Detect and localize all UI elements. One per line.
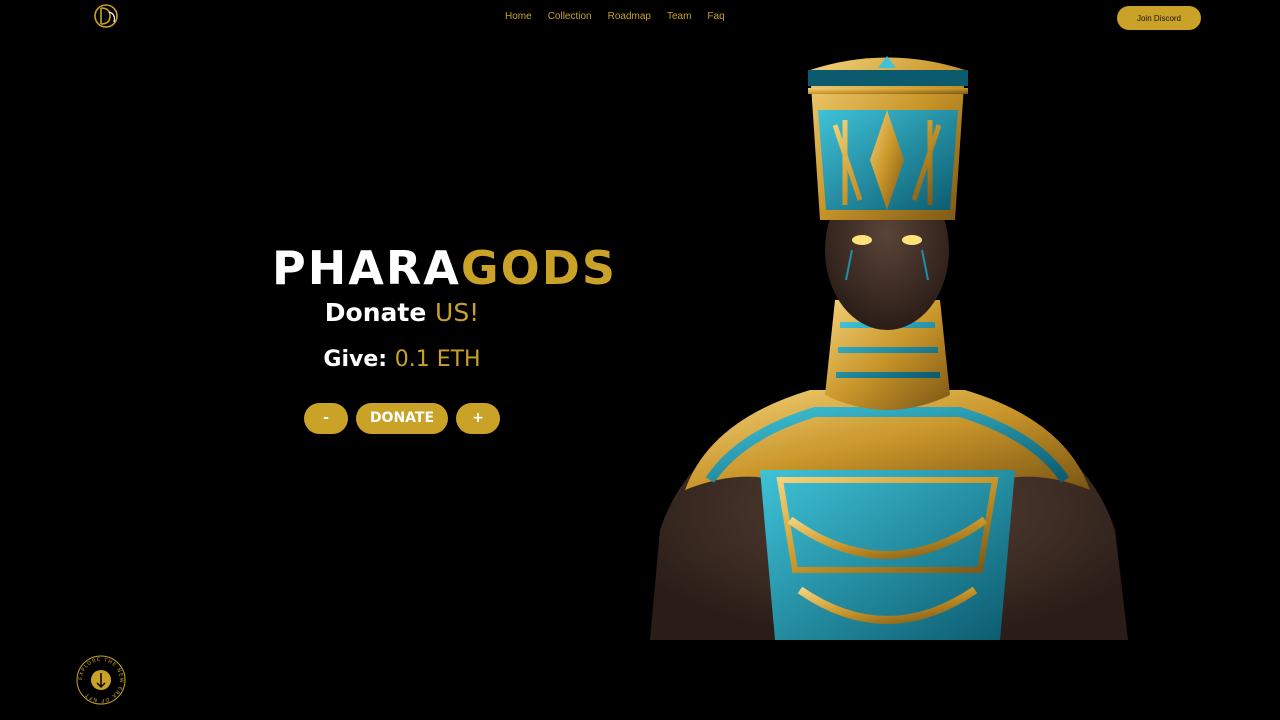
nav-faq-link[interactable]: Faq	[707, 11, 724, 23]
donate-heading-accent: US!	[435, 298, 480, 327]
brand-title-part1: PHARA	[272, 241, 461, 295]
donate-heading: Donate US!	[302, 298, 502, 327]
join-discord-button[interactable]: Join Discord	[1117, 6, 1201, 30]
decrease-amount-button[interactable]: -	[304, 403, 348, 434]
increase-amount-button[interactable]: +	[456, 403, 500, 434]
give-label: Give:	[323, 347, 388, 372]
give-value: 0.1 ETH	[394, 347, 481, 372]
donate-heading-word: Donate	[324, 298, 427, 327]
page: Home Collection Roadmap Team Faq Join Di…	[0, 0, 1280, 720]
nav-team-link[interactable]: Team	[667, 11, 691, 23]
brand-title: PHARAGODS	[272, 241, 615, 295]
logo-icon[interactable]	[92, 2, 120, 30]
brand-title-part2: GODS	[460, 241, 618, 295]
give-amount: Give: 0.1 ETH	[302, 347, 502, 372]
nav-collection-link[interactable]: Collection	[548, 11, 592, 23]
donate-button[interactable]: DONATE	[356, 403, 448, 434]
explore-badge[interactable]: EXPLORE THE NEW ERA OF NFT	[76, 655, 126, 705]
nav-roadmap-link[interactable]: Roadmap	[608, 11, 651, 23]
pharaoh-figure-image	[650, 56, 1128, 640]
main-nav: Home Collection Roadmap Team Faq	[505, 11, 741, 23]
nav-home-link[interactable]: Home	[505, 11, 532, 23]
